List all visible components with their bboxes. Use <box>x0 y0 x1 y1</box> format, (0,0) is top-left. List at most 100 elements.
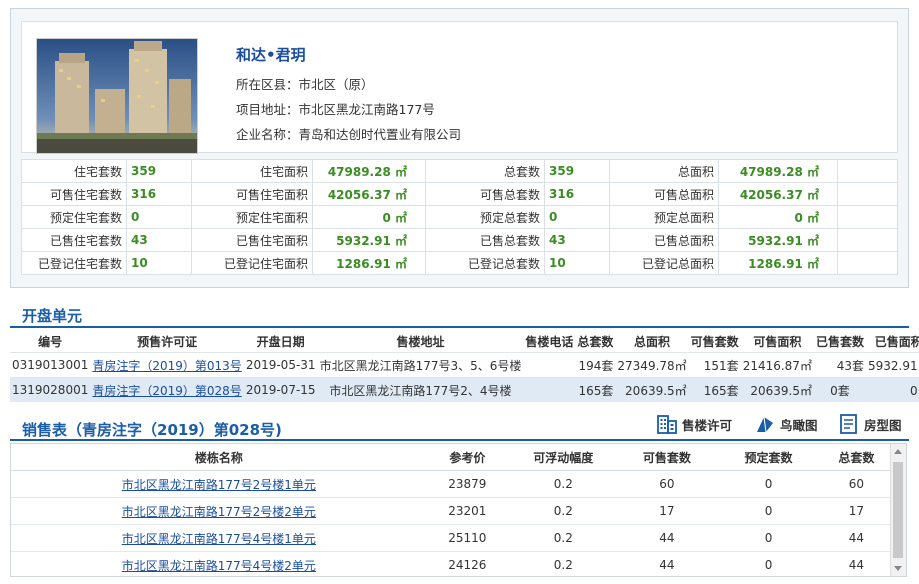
floorplan-label: 房型图 <box>864 417 902 433</box>
stat-value: 42056.37 ㎡ <box>312 182 426 206</box>
reserved-count: 0 <box>715 470 822 498</box>
sales-address: 市北区黑龙江南路177号2、4号楼 <box>317 377 524 402</box>
project-summary: 和达•君玥 所在区县：市北区（原） 项目地址：市北区黑龙江南路177号 企业名称… <box>21 21 898 154</box>
units-col-header: 已售套数 <box>815 334 864 349</box>
scrollbar-thumb[interactable] <box>893 462 903 558</box>
stat-label: 已登记住宅面积 <box>191 251 313 275</box>
stat-value: 47989.28 ㎡ <box>718 159 838 183</box>
project-company: 企业名称：青岛和达创时代置业有限公司 <box>236 127 462 142</box>
stat-empty-cell <box>837 205 898 229</box>
building-unit-link[interactable]: 市北区黑龙江南路177号4号楼2单元 <box>122 559 316 573</box>
stat-label: 住宅套数 <box>21 159 127 183</box>
sales-col-header: 可售套数 <box>618 444 716 471</box>
floorplan-button[interactable]: 房型图 <box>838 413 902 435</box>
stat-value: 47989.28 ㎡ <box>312 159 426 183</box>
ref-price: 23201 <box>426 497 509 525</box>
stat-empty-cell <box>837 228 898 252</box>
units-col-header: 预售许可证 <box>137 334 198 349</box>
units-row[interactable]: 0319013001 青房注字（2019）第013号 2019-05-31 市北… <box>10 352 919 378</box>
permit-link[interactable]: 青房注字（2019）第028号 <box>92 384 241 398</box>
stat-label: 可售总套数 <box>425 182 545 206</box>
sales-col-header: 总套数 <box>821 444 891 471</box>
sales-phone <box>523 377 576 402</box>
ref-price: 23879 <box>426 470 509 498</box>
sales-row[interactable]: 市北区黑龙江南路177号4号楼2单元 24126 0.2 44 0 44 <box>11 551 891 576</box>
building-unit-link[interactable]: 市北区黑龙江南路177号2号楼2单元 <box>122 505 316 519</box>
stat-value: 0 <box>126 205 192 229</box>
stat-value: 359 <box>544 159 610 183</box>
units-row-selected[interactable]: 1319028001 青房注字（2019）第028号 2019-07-15 市北… <box>10 377 919 402</box>
stat-label: 已售总面积 <box>609 228 719 252</box>
stats-row: 可售住宅套数 316 可售住宅面积 42056.37 ㎡ 可售总套数 316 可… <box>21 182 898 206</box>
sales-permit-label: 售楼许可 <box>682 417 733 433</box>
sales-col-header: 楼栋名称 <box>11 444 427 471</box>
avail-area: 21416.87㎡ <box>740 352 814 378</box>
sales-header-row: 楼栋名称 参考价 可浮动幅度 可售套数 预定套数 总套数 <box>11 444 891 471</box>
permit-link[interactable]: 青房注字（2019）第013号 <box>92 359 241 373</box>
units-col-header: 编号 <box>38 334 63 349</box>
scroll-down-arrow-icon[interactable] <box>894 566 902 571</box>
reserved-count: 0 <box>715 497 822 525</box>
stat-label: 已登记总套数 <box>425 251 545 275</box>
sales-table: 楼栋名称 参考价 可浮动幅度 可售套数 预定套数 总套数 市北区黑龙江南路177… <box>11 444 891 576</box>
float-range: 0.2 <box>508 470 619 498</box>
sales-scrollbar[interactable] <box>890 444 906 576</box>
sales-row[interactable]: 市北区黑龙江南路177号2号楼1单元 23879 0.2 60 0 60 <box>11 470 891 498</box>
stat-value: 0 <box>544 205 610 229</box>
sales-row[interactable]: 市北区黑龙江南路177号4号楼1单元 25110 0.2 44 0 44 <box>11 524 891 552</box>
stat-value: 42056.37 ㎡ <box>718 182 838 206</box>
unit-id: 0319013001 <box>10 352 91 378</box>
float-range: 0.2 <box>508 551 619 576</box>
total-count: 44 <box>821 524 891 552</box>
aerial-view-label: 鸟瞰图 <box>780 417 818 433</box>
stat-value: 316 <box>544 182 610 206</box>
sales-section-divider <box>10 439 909 441</box>
avail-count: 44 <box>618 551 716 576</box>
stat-label: 可售住宅面积 <box>191 182 313 206</box>
total-units: 165套 <box>575 377 616 402</box>
total-area: 20639.5㎡ <box>615 377 689 402</box>
project-name: 和达•君玥 <box>236 46 306 64</box>
units-section-divider <box>10 326 909 328</box>
stat-label: 已售住宅套数 <box>21 228 127 252</box>
stat-value: 10 <box>544 251 610 275</box>
total-count: 44 <box>821 551 891 576</box>
units-col-header: 可售面积 <box>753 334 802 349</box>
aerial-view-button[interactable]: 鸟瞰图 <box>754 413 818 435</box>
stat-value: 5932.91 ㎡ <box>718 228 838 252</box>
stat-value: 1286.91 ㎡ <box>312 251 426 275</box>
float-range: 0.2 <box>508 524 619 552</box>
scroll-up-arrow-icon[interactable] <box>894 449 902 454</box>
sales-section-title: 销售表（青房注字（2019）第028号) <box>22 421 282 439</box>
sold-area: 0㎡ <box>865 377 919 402</box>
stat-empty-cell <box>837 159 898 183</box>
stat-value: 359 <box>126 159 192 183</box>
total-area: 27349.78㎡ <box>615 352 689 378</box>
avail-area: 20639.5㎡ <box>740 377 814 402</box>
building-unit-link[interactable]: 市北区黑龙江南路177号2号楼1单元 <box>122 478 316 492</box>
total-units: 194套 <box>575 352 616 378</box>
stat-label: 可售总面积 <box>609 182 719 206</box>
project-address: 项目地址：市北区黑龙江南路177号 <box>236 102 435 117</box>
stat-label: 住宅面积 <box>191 159 313 183</box>
sales-address: 市北区黑龙江南路177号3、5、6号楼 <box>317 352 524 378</box>
building-unit-link[interactable]: 市北区黑龙江南路177号4号楼1单元 <box>122 532 316 546</box>
aerial-view-icon <box>757 416 773 433</box>
avail-count: 60 <box>618 470 716 498</box>
stat-value: 0 ㎡ <box>718 205 838 229</box>
units-col-header: 已售面积 <box>874 334 919 349</box>
sales-row[interactable]: 市北区黑龙江南路177号2号楼2单元 23201 0.2 17 0 17 <box>11 497 891 525</box>
sold-units: 0套 <box>813 377 866 402</box>
avail-units: 151套 <box>688 352 741 378</box>
sales-permit-button[interactable]: 售楼许可 <box>656 413 732 435</box>
stat-label: 已登记住宅套数 <box>21 251 127 275</box>
unit-id: 1319028001 <box>10 377 91 402</box>
units-section-title: 开盘单元 <box>22 307 83 325</box>
units-col-header: 可售套数 <box>690 334 739 349</box>
stat-label: 预定总套数 <box>425 205 545 229</box>
avail-count: 17 <box>618 497 716 525</box>
stat-label: 预定住宅套数 <box>21 205 127 229</box>
sales-phone <box>523 352 576 378</box>
units-header-row: 编号 预售许可证 开盘日期 售楼地址 售楼电话 总套数 总面积 可售套数 可售面… <box>10 330 919 353</box>
project-stats-table: 住宅套数 359 住宅面积 47989.28 ㎡ 总套数 359 总面积 479… <box>21 159 898 275</box>
